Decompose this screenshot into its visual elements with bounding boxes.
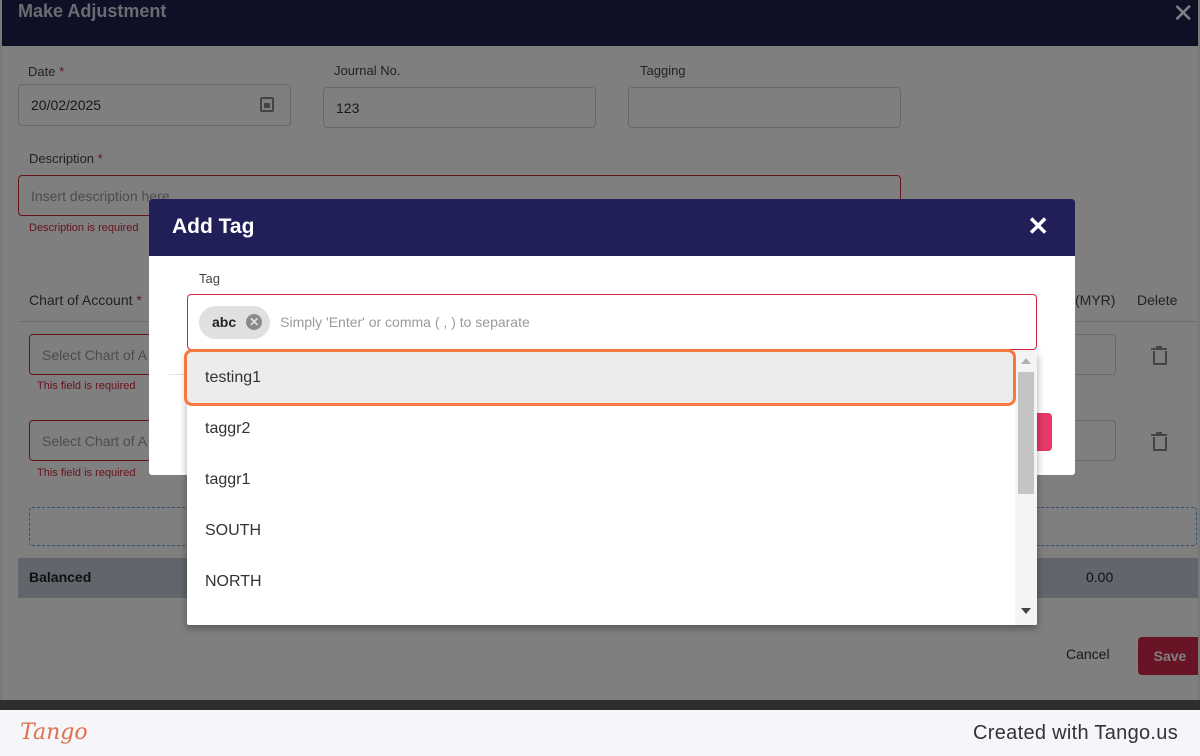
tango-footer: Tango Created with Tango.us — [0, 710, 1200, 756]
close-icon[interactable]: ✕ — [1027, 213, 1049, 239]
created-with-credit: Created with Tango.us — [973, 722, 1178, 744]
tag-chip-label: abc — [212, 314, 237, 330]
highlight-outline — [184, 349, 1016, 406]
scroll-down-icon[interactable] — [1021, 608, 1031, 614]
remove-chip-icon[interactable]: ✕ — [246, 314, 263, 330]
option-taggr2[interactable]: taggr2 — [187, 403, 1015, 454]
tango-logo: Tango — [20, 720, 88, 745]
option-south[interactable]: SOUTH — [187, 505, 1015, 556]
dropdown-scrollbar[interactable] — [1015, 352, 1037, 625]
scrollbar-thumb[interactable] — [1018, 372, 1034, 494]
dialog-title: Add Tag — [172, 215, 255, 238]
option-north[interactable]: NORTH — [187, 556, 1015, 607]
dialog-header: Add Tag ✕ — [149, 199, 1075, 256]
scroll-up-icon[interactable] — [1021, 358, 1031, 364]
option-taggr1[interactable]: taggr1 — [187, 454, 1015, 505]
tag-input[interactable]: abc ✕ Simply 'Enter' or comma ( , ) to s… — [187, 294, 1037, 350]
tag-chip: abc ✕ — [199, 305, 271, 339]
tag-input-placeholder: Simply 'Enter' or comma ( , ) to separat… — [280, 314, 530, 330]
tag-label: Tag — [199, 271, 220, 286]
